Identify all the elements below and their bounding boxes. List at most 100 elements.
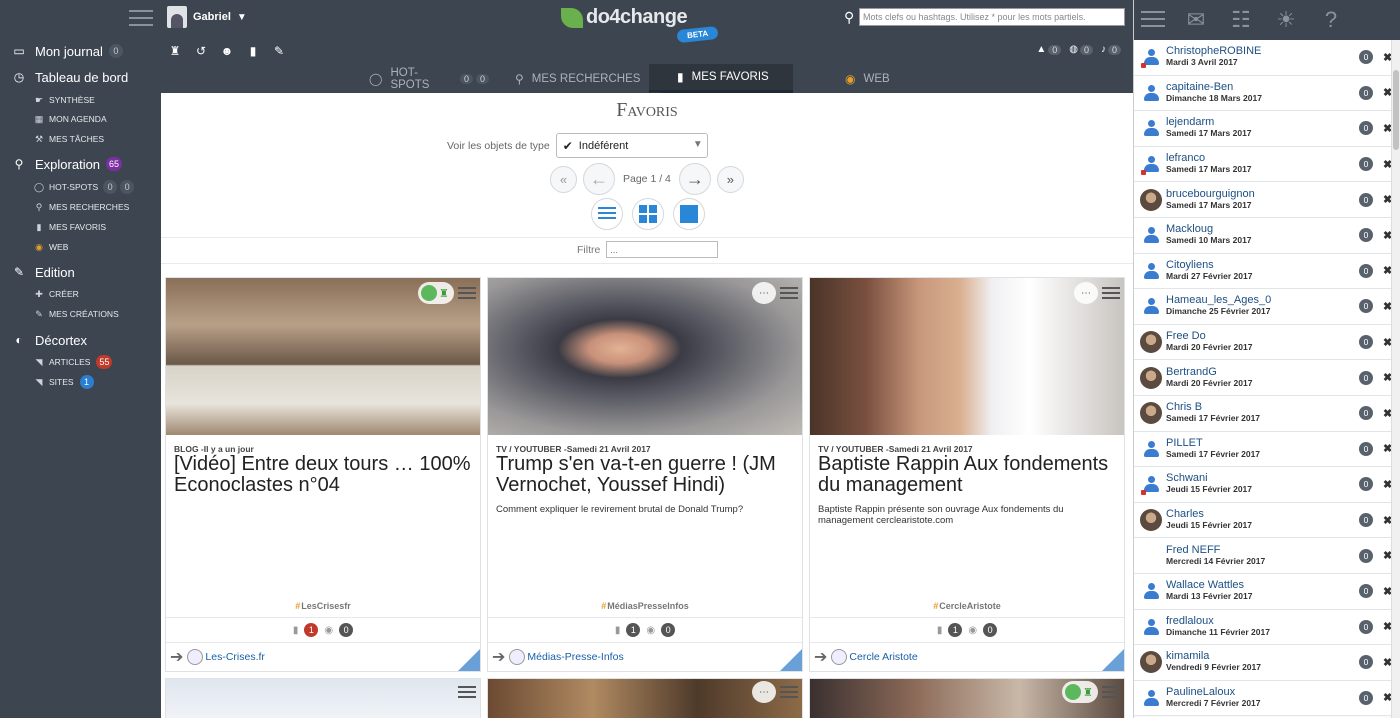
corner-fold-icon[interactable] xyxy=(1102,649,1124,671)
bookmark-icon[interactable]: ▮ xyxy=(937,625,943,636)
brand-logo[interactable]: do4change BETA xyxy=(561,6,719,44)
first-page-button[interactable]: « xyxy=(550,165,577,193)
sidebar-item-recherches[interactable]: ⚲ Mes recherches xyxy=(0,200,130,214)
card-tag[interactable]: #MédiasPresseInfos xyxy=(488,601,802,611)
sidebar-item-journal[interactable]: ▭ Mon journal 0 xyxy=(0,41,123,61)
prev-page-button[interactable]: ← xyxy=(583,163,615,195)
content-card[interactable]: ⋯ xyxy=(487,678,803,718)
lightbulb-icon[interactable]: ☀ xyxy=(1272,6,1300,34)
contact-row[interactable]: Free Do Mardi 20 Février 2017 0 ✖ xyxy=(1134,324,1400,361)
arrow-right-icon[interactable]: ➔ xyxy=(170,647,183,667)
alert-notif[interactable]: ▲ 0 xyxy=(1036,44,1062,55)
sidebar-item-synthese[interactable]: ☛ Synthèse xyxy=(0,93,95,107)
contact-row[interactable]: Hameau_les_Ages_0 Dimanche 25 Février 201… xyxy=(1134,289,1400,325)
card-menu-icon[interactable] xyxy=(780,681,798,703)
sidebar-item-edition[interactable]: ✎ Edition xyxy=(0,262,75,282)
pin-icon[interactable]: ♜ xyxy=(168,44,182,58)
sidebar-item-web[interactable]: ◉ Web xyxy=(0,240,68,254)
contact-name[interactable]: lefranco xyxy=(1166,153,1359,164)
contact-row[interactable]: PaulineLaloux Mercredi 7 Février 2017 0 ✖ xyxy=(1134,680,1400,717)
tab-hotspots[interactable]: ◯ Hot-spots 0 0 xyxy=(369,64,489,93)
contact-row[interactable]: fredlaloux Dimanche 11 Février 2017 0 ✖ xyxy=(1134,609,1400,646)
arrow-right-icon[interactable]: ➔ xyxy=(814,647,827,667)
tab-recherches[interactable]: ⚲ Mes recherches xyxy=(515,64,645,93)
sidebar-item-creer[interactable]: ✚ Créer xyxy=(0,287,79,301)
group-icon[interactable]: ☻ xyxy=(220,44,234,58)
card-menu-icon[interactable] xyxy=(458,681,476,703)
card-tag[interactable]: #CercleAristote xyxy=(810,601,1124,611)
contact-name[interactable]: Charles xyxy=(1166,509,1359,520)
contact-name[interactable]: Hameau_les_Ages_0 xyxy=(1166,295,1359,306)
card-menu-icon[interactable] xyxy=(780,282,798,304)
contact-row[interactable]: lefranco Samedi 17 Mars 2017 0 ✖ xyxy=(1134,146,1400,183)
card-title[interactable]: Trump s'en va-t-en guerre ! (JM Vernoche… xyxy=(496,454,796,496)
contact-name[interactable]: Chris B xyxy=(1166,402,1359,413)
single-view-button[interactable] xyxy=(673,198,705,230)
contact-name[interactable]: Citoyliens xyxy=(1166,259,1359,271)
corner-fold-icon[interactable] xyxy=(780,649,802,671)
more-icon[interactable]: ⋯ xyxy=(752,681,776,703)
hotspot-badge[interactable]: ♜ xyxy=(1062,681,1098,703)
sidebar-item-sites[interactable]: ◥ Sites 1 xyxy=(0,375,94,389)
source-link[interactable]: Cercle Aristote xyxy=(849,651,917,663)
source-link[interactable]: Les-Crises.fr xyxy=(205,651,265,663)
info-notif[interactable]: ◍ 0 xyxy=(1069,44,1093,55)
card-image[interactable]: ⋯ xyxy=(488,278,802,435)
contact-row[interactable]: kimamila Vendredi 9 Février 2017 0 ✖ xyxy=(1134,645,1400,681)
sidebar-item-agenda[interactable]: ▦ Mon agenda xyxy=(0,112,107,126)
more-icon[interactable]: ⋯ xyxy=(752,282,776,304)
filter-input[interactable] xyxy=(606,241,719,258)
contact-row[interactable]: Chris B Samedi 17 Février 2017 0 ✖ xyxy=(1134,395,1400,432)
card-menu-icon[interactable] xyxy=(458,282,476,304)
arrow-right-icon[interactable]: ➔ xyxy=(492,647,505,667)
content-card[interactable]: ♜ xyxy=(809,678,1125,718)
content-card[interactable]: ⋯ TV / Youtuber -Samedi 21 Avril 2017 Tr… xyxy=(487,277,803,672)
contact-row[interactable]: BertrandG Mardi 20 Février 2017 0 ✖ xyxy=(1134,360,1400,396)
contact-name[interactable]: PILLET xyxy=(1166,437,1359,449)
sidebar-item-hotspots[interactable]: ◯ Hot-spots 0 0 xyxy=(0,180,135,194)
contacts-scrollbar[interactable] xyxy=(1391,40,1400,718)
contact-name[interactable]: fredlaloux xyxy=(1166,615,1359,627)
search-input[interactable]: Mots clefs ou hashtags. Utilisez * pour … xyxy=(859,8,1125,26)
contact-row[interactable]: brucebourguignon Samedi 17 Mars 2017 0 ✖ xyxy=(1134,182,1400,218)
last-page-button[interactable]: » xyxy=(716,165,744,193)
pencil-icon[interactable]: ✎ xyxy=(272,44,286,58)
grid-view-button[interactable] xyxy=(632,198,664,230)
contact-name[interactable]: Wallace Wattles xyxy=(1166,580,1359,591)
next-page-button[interactable]: → xyxy=(678,163,711,195)
contact-row[interactable]: Mackloug Samedi 10 Mars 2017 0 ✖ xyxy=(1134,217,1400,254)
contact-name[interactable]: BertrandG xyxy=(1166,366,1359,378)
contact-name[interactable]: kimamila xyxy=(1166,651,1359,662)
type-select[interactable]: ✔ Indéférent ▼ xyxy=(555,133,708,158)
contact-row[interactable]: Schwani Jeudi 15 Février 2017 0 ✖ xyxy=(1134,467,1400,503)
contact-name[interactable]: ChristopheROBINE xyxy=(1166,46,1359,57)
chat-icon[interactable]: ✉ xyxy=(1182,6,1210,34)
card-tag[interactable]: #LesCrisesfr xyxy=(166,601,480,611)
sidebar-item-decortex[interactable]: ◐ Décortex xyxy=(0,330,87,350)
more-icon[interactable]: ⋯ xyxy=(1074,282,1098,304)
sidebar-item-favoris[interactable]: ▮ Mes favoris xyxy=(0,220,106,234)
history-icon[interactable]: ↺ xyxy=(194,44,208,58)
contact-row[interactable]: PILLET Samedi 17 Février 2017 0 ✖ xyxy=(1134,431,1400,468)
contact-name[interactable]: brucebourguignon xyxy=(1166,188,1359,200)
sidebar-menu-icon[interactable] xyxy=(129,10,153,28)
contact-row[interactable]: Wallace Wattles Mardi 13 Février 2017 0 ✖ xyxy=(1134,573,1400,610)
contact-name[interactable]: capitaine-Ben xyxy=(1166,81,1359,93)
contact-name[interactable]: PaulineLaloux xyxy=(1166,686,1359,698)
contact-row[interactable]: capitaine-Ben Dimanche 18 Mars 2017 0 ✖ xyxy=(1134,75,1400,112)
card-title[interactable]: Baptiste Rappin Aux fondements du manage… xyxy=(818,454,1118,496)
source-link[interactable]: Médias-Presse-Infos xyxy=(527,651,623,663)
sidebar-item-dashboard[interactable]: ◷ Tableau de bord xyxy=(0,67,129,87)
tab-web[interactable]: ◉ Web xyxy=(845,64,925,93)
contact-name[interactable]: Schwani xyxy=(1166,473,1359,484)
corner-fold-icon[interactable] xyxy=(458,649,480,671)
sidebar-item-taches[interactable]: ⚒ Mes tâches xyxy=(0,132,104,146)
bookmark-icon[interactable]: ▮ xyxy=(246,44,260,58)
sidebar-item-articles[interactable]: ◥ Articles 55 xyxy=(0,355,113,369)
help-icon[interactable]: ? xyxy=(1317,6,1345,34)
card-menu-icon[interactable] xyxy=(1102,681,1120,703)
card-title[interactable]: [Vidéo] Entre deux tours … 100% Econocla… xyxy=(174,454,474,496)
sidebar-item-creations[interactable]: ✎ Mes créations xyxy=(0,307,119,321)
panel-menu-icon[interactable] xyxy=(1141,11,1165,29)
contact-row[interactable]: Charles Jeudi 15 Février 2017 0 ✖ xyxy=(1134,502,1400,539)
